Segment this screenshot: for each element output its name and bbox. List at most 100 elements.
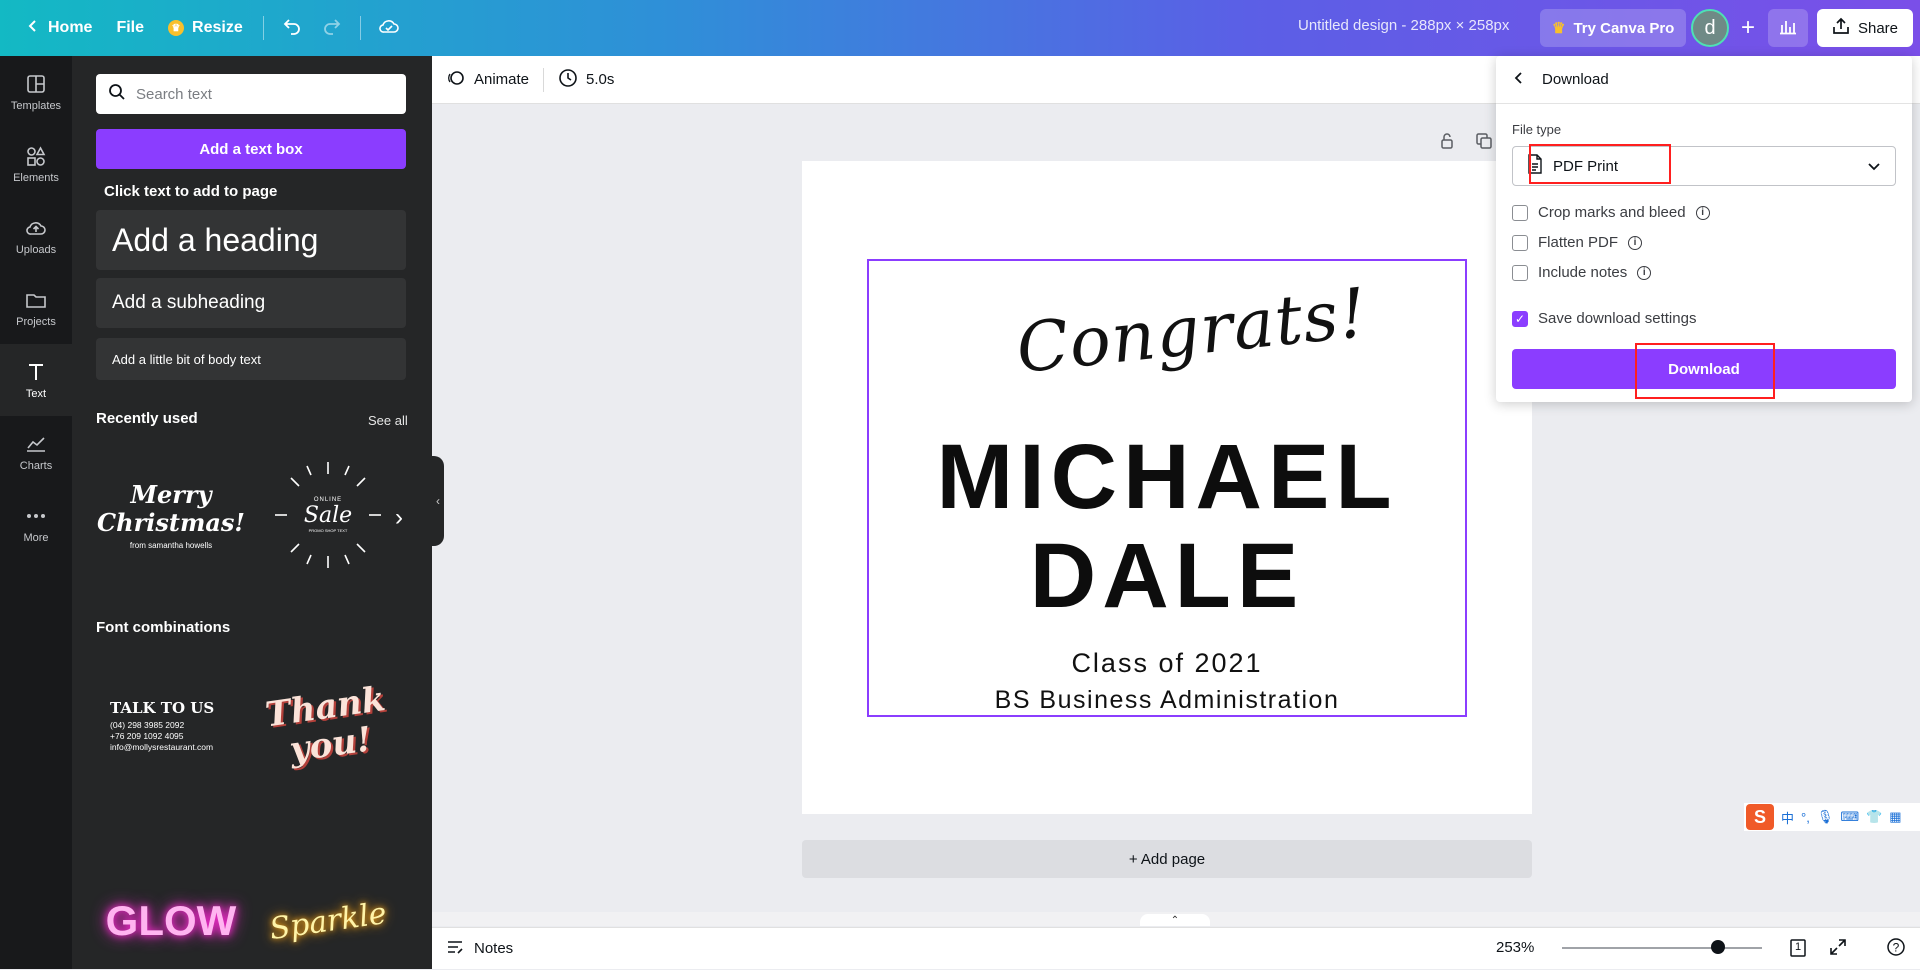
- download-button[interactable]: Download: [1512, 349, 1896, 389]
- name-line-1[interactable]: MICHAEL: [867, 425, 1467, 530]
- option-label: Crop marks and bleed: [1538, 204, 1686, 221]
- cloud-save-button[interactable]: [369, 8, 409, 48]
- crop-marks-option[interactable]: Crop marks and bleed i: [1512, 204, 1710, 221]
- add-collaborator-button[interactable]: +: [1730, 10, 1766, 46]
- file-type-select[interactable]: PDF Print: [1512, 146, 1896, 186]
- back-chevron-icon[interactable]: [1512, 71, 1526, 89]
- talk-line: (04) 298 3985 2092: [110, 720, 185, 730]
- download-header: Download: [1496, 56, 1912, 104]
- file-label: File: [116, 19, 145, 36]
- name-line-2[interactable]: DALE: [867, 524, 1467, 629]
- rail-item-text[interactable]: Text: [0, 344, 72, 416]
- rail-item-more[interactable]: More: [0, 488, 72, 560]
- lock-icon: [1438, 132, 1456, 155]
- keyboard-icon[interactable]: ⌨: [1840, 809, 1859, 825]
- templates-icon: [27, 74, 45, 93]
- see-all-link[interactable]: See all: [368, 413, 408, 428]
- line-chart-icon: [27, 436, 45, 452]
- grid-icon[interactable]: ▦: [1889, 809, 1901, 825]
- rail-label: Charts: [19, 459, 53, 472]
- add-text-box-button[interactable]: Add a text box: [96, 129, 406, 169]
- add-body-text-button[interactable]: Add a little bit of body text: [96, 338, 406, 380]
- add-subheading-button[interactable]: Add a subheading: [96, 278, 406, 328]
- save-settings-checkbox[interactable]: ✓: [1512, 310, 1528, 327]
- recent-font-merry-christmas[interactable]: Merry Christmas! from samantha howells: [96, 456, 246, 574]
- text-icon: [29, 363, 43, 380]
- add-heading-button[interactable]: Add a heading: [96, 210, 406, 270]
- share-button[interactable]: Share: [1817, 9, 1913, 47]
- info-icon[interactable]: i: [1637, 265, 1652, 280]
- animate-icon: [446, 68, 466, 92]
- footer-bar: Notes: [432, 927, 1920, 969]
- rail-item-elements[interactable]: Elements: [0, 128, 72, 200]
- add-page-button[interactable]: + Add page: [802, 840, 1532, 878]
- home-button[interactable]: Home: [14, 8, 104, 48]
- include-notes-option[interactable]: Include notes i: [1512, 264, 1652, 281]
- download-panel: Download File type PDF Print Crop marks …: [1496, 56, 1912, 402]
- left-rail: Templates Elements Uploads Projects Text…: [0, 56, 72, 969]
- combo-talk-to-us[interactable]: TALK TO US (04) 298 3985 2092 +76 209 10…: [96, 661, 246, 791]
- recent-font-online-sale[interactable]: ONLINE Sale PROMO SHOP TEXT: [260, 456, 396, 574]
- animate-button[interactable]: Animate: [432, 62, 543, 98]
- ime-logo-icon[interactable]: S: [1746, 804, 1774, 830]
- combo-sparkle[interactable]: Sparkle: [255, 872, 401, 970]
- merry-line2: Christmas!: [97, 507, 245, 537]
- flatten-pdf-checkbox[interactable]: [1512, 234, 1528, 251]
- rail-item-projects[interactable]: Projects: [0, 272, 72, 344]
- rail-item-charts[interactable]: Charts: [0, 416, 72, 488]
- insights-button[interactable]: [1768, 9, 1808, 47]
- flatten-pdf-option[interactable]: Flatten PDF i: [1512, 234, 1643, 251]
- rail-label: Elements: [13, 171, 59, 184]
- sale-sub: PROMO SHOP TEXT: [308, 528, 348, 533]
- try-canva-pro-button[interactable]: ♛ Try Canva Pro: [1540, 9, 1687, 47]
- degree-text[interactable]: BS Business Administration: [867, 686, 1467, 715]
- rail-item-templates[interactable]: Templates: [0, 56, 72, 128]
- option-label: Save download settings: [1538, 310, 1697, 327]
- text-panel: Add a text box Click text to add to page…: [72, 56, 432, 969]
- download-title: Download: [1542, 71, 1609, 88]
- class-of-text[interactable]: Class of 2021: [867, 648, 1467, 679]
- plus-icon: +: [1740, 14, 1755, 41]
- combo-glow[interactable]: GLOW: [96, 881, 246, 961]
- include-notes-checkbox[interactable]: [1512, 264, 1528, 281]
- ime-chinese-mode[interactable]: 中: [1781, 808, 1794, 827]
- share-label: Share: [1857, 19, 1899, 37]
- top-bar: Home File ♛ Resize Untitled design - 288…: [0, 0, 1920, 56]
- expand-pages-handle[interactable]: ⌃: [1140, 914, 1210, 926]
- crop-marks-checkbox[interactable]: [1512, 204, 1528, 221]
- duplicate-page-button[interactable]: [1472, 131, 1496, 155]
- file-type-label: File type: [1512, 122, 1562, 137]
- notes-button[interactable]: Notes: [432, 938, 513, 960]
- upload-icon: [1832, 17, 1850, 39]
- notes-icon: [446, 938, 464, 960]
- resize-button[interactable]: ♛ Resize: [156, 8, 255, 48]
- chevron-right-icon[interactable]: ›: [395, 504, 403, 532]
- divider: [359, 16, 361, 40]
- info-icon[interactable]: i: [1695, 205, 1710, 220]
- undo-button[interactable]: [272, 8, 312, 48]
- collapse-panel-handle[interactable]: ‹: [432, 456, 444, 546]
- folder-icon: [26, 293, 46, 308]
- skin-icon[interactable]: 👕: [1866, 809, 1882, 825]
- option-label: Include notes: [1538, 264, 1628, 281]
- microphone-icon[interactable]: 🎙: [1817, 809, 1834, 825]
- save-settings-option[interactable]: ✓ Save download settings: [1512, 310, 1696, 327]
- info-icon[interactable]: i: [1628, 235, 1643, 250]
- file-menu-button[interactable]: File: [104, 8, 156, 48]
- punctuation-icon[interactable]: °,: [1801, 810, 1810, 825]
- resize-label: Resize: [192, 19, 243, 36]
- search-input[interactable]: [136, 85, 386, 103]
- duration-button[interactable]: 5.0s: [544, 62, 628, 98]
- option-label: Flatten PDF: [1538, 234, 1619, 251]
- sale-main: Sale: [303, 503, 353, 528]
- rail-item-uploads[interactable]: Uploads: [0, 200, 72, 272]
- combo-thank-you[interactable]: Thank you!: [252, 652, 405, 800]
- lock-page-button[interactable]: [1435, 131, 1459, 155]
- document-title[interactable]: Untitled design - 288px × 258px: [1298, 17, 1509, 34]
- rail-label: More: [23, 531, 49, 544]
- search-box[interactable]: [96, 74, 406, 114]
- crown-icon: ♛: [1552, 20, 1566, 37]
- redo-button[interactable]: [312, 8, 352, 48]
- chevron-down-icon: [1867, 159, 1881, 177]
- avatar[interactable]: d: [1691, 9, 1729, 47]
